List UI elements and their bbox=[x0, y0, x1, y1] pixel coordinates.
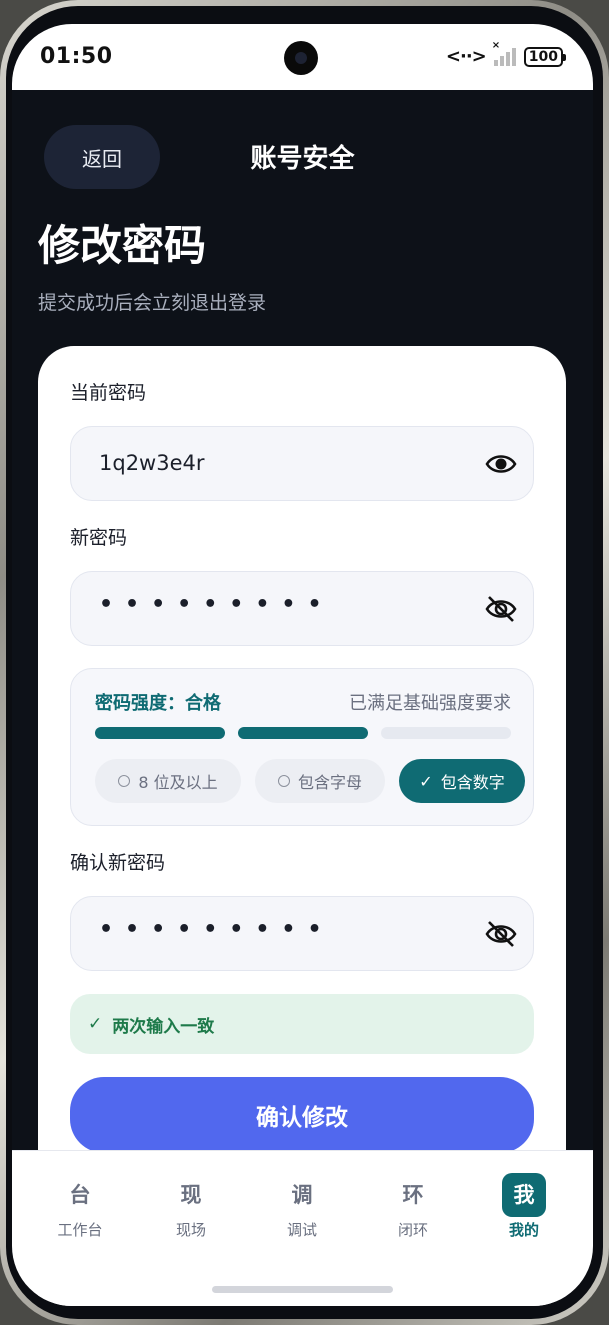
eye-off-icon[interactable] bbox=[485, 919, 517, 949]
tab-label: 我的 bbox=[508, 1221, 539, 1239]
status-bar: 01:50 <··> × 100 bbox=[12, 24, 593, 90]
eye-open-icon[interactable] bbox=[485, 449, 517, 479]
signal-icon: × bbox=[492, 40, 516, 66]
screen: 01:50 <··> × 100 返回 账号安全 修改密码 提交成功后会立刻退出… bbox=[12, 24, 593, 1306]
battery-icon: 100 bbox=[523, 46, 567, 67]
strength-bar-1 bbox=[95, 727, 225, 739]
front-camera bbox=[284, 41, 318, 75]
check-length-label: 8 位及以上 bbox=[138, 773, 218, 792]
check-length-chip: 8 位及以上 bbox=[95, 759, 241, 803]
check-letter-label: 包含字母 bbox=[297, 773, 362, 792]
match-message: 两次输入一致 bbox=[112, 1016, 215, 1037]
tab-label: 现场 bbox=[175, 1221, 206, 1239]
confirm-password-label: 确认新密码 bbox=[70, 852, 166, 874]
phone-frame: 01:50 <··> × 100 返回 账号安全 修改密码 提交成功后会立刻退出… bbox=[0, 0, 609, 1325]
checkmark-icon: ✓ bbox=[419, 771, 433, 791]
tab-debug[interactable]: 调 调试 bbox=[262, 1173, 342, 1240]
strength-note: 已满足基础强度要求 bbox=[349, 693, 511, 714]
unchecked-circle-icon bbox=[277, 775, 290, 787]
new-password-input[interactable]: ••••••••• bbox=[70, 571, 534, 646]
tab-label: 闭环 bbox=[397, 1221, 428, 1239]
system-icons: <··> × 100 bbox=[445, 40, 567, 67]
check-number-label: 包含数字 bbox=[440, 773, 505, 792]
tab-site[interactable]: 现 现场 bbox=[151, 1173, 231, 1240]
debug-icon: 调 bbox=[291, 1183, 313, 1207]
current-password-value: 1q2w3e4r bbox=[99, 451, 205, 475]
password-strength-panel: 密码强度：合格 已满足基础强度要求 8 位及以上 包含字母 ✓ 包含数字 bbox=[70, 668, 534, 826]
page-subtitle: 提交成功后会立刻退出登录 bbox=[38, 292, 267, 314]
password-match-status: ✓ 两次输入一致 bbox=[70, 994, 534, 1054]
confirm-password-masked: ••••••••• bbox=[99, 917, 334, 942]
current-password-label: 当前密码 bbox=[70, 382, 147, 404]
status-time: 01:50 bbox=[40, 44, 113, 69]
check-number-chip: ✓ 包含数字 bbox=[399, 759, 525, 803]
new-password-label: 新密码 bbox=[70, 527, 128, 549]
site-icon: 现 bbox=[180, 1183, 202, 1207]
mine-icon: 我 bbox=[502, 1173, 546, 1217]
tab-mine[interactable]: 我 我的 bbox=[484, 1173, 564, 1240]
new-password-masked: ••••••••• bbox=[99, 592, 334, 617]
tab-workbench[interactable]: 台 工作台 bbox=[40, 1173, 120, 1240]
confirm-change-button[interactable]: 确认修改 bbox=[70, 1077, 534, 1153]
tab-label: 工作台 bbox=[57, 1221, 103, 1239]
check-icon: ✓ bbox=[88, 1014, 103, 1034]
eye-off-icon[interactable] bbox=[485, 594, 517, 624]
tab-closed-loop[interactable]: 环 闭环 bbox=[373, 1173, 453, 1240]
strength-bar-2 bbox=[238, 727, 368, 739]
tab-label: 调试 bbox=[286, 1221, 317, 1239]
strength-title: 密码强度：合格 bbox=[95, 693, 221, 714]
check-letter-chip: 包含字母 bbox=[255, 759, 385, 803]
bottom-tab-bar: 台 工作台 现 现场 调 调试 环 闭环 我 我的 bbox=[12, 1150, 593, 1306]
strength-bar-3 bbox=[381, 727, 511, 739]
confirm-password-input[interactable]: ••••••••• bbox=[70, 896, 534, 971]
network-icon: <··> bbox=[445, 46, 487, 67]
home-indicator[interactable] bbox=[212, 1286, 393, 1293]
nav-title: 账号安全 bbox=[250, 144, 355, 174]
current-password-input[interactable]: 1q2w3e4r bbox=[70, 426, 534, 501]
workbench-icon: 台 bbox=[69, 1183, 91, 1207]
no-signal-mark: × bbox=[491, 39, 501, 51]
unchecked-circle-icon bbox=[118, 775, 131, 787]
page-title: 修改密码 bbox=[38, 221, 207, 270]
closed-loop-icon: 环 bbox=[402, 1183, 424, 1207]
